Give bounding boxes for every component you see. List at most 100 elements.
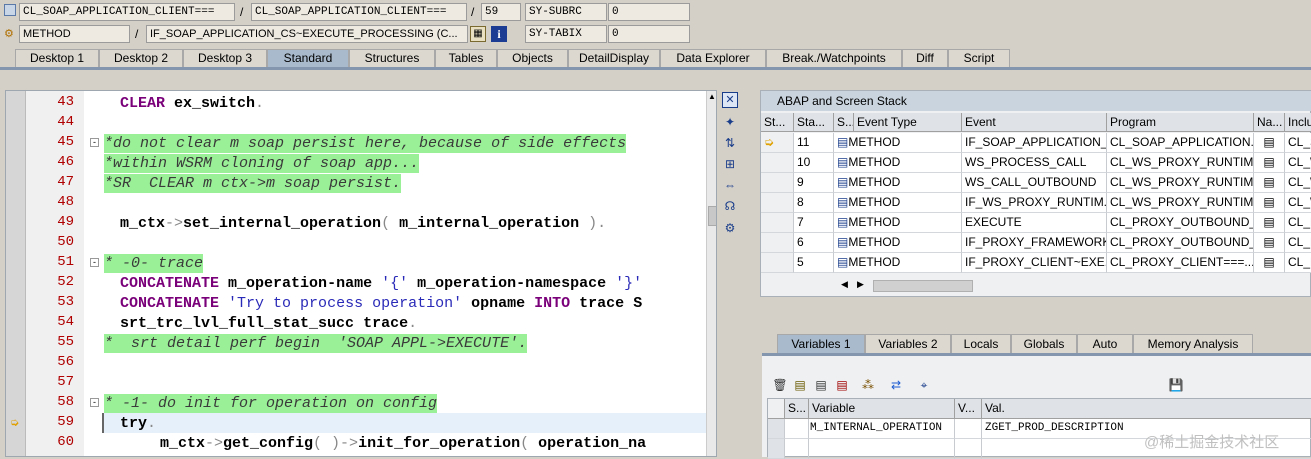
sy-subrc-value[interactable]: 0 [608, 3, 690, 21]
stack-level[interactable]: 9 [794, 173, 834, 193]
stack-program[interactable]: CL_PROXY_CLIENT===... [1107, 253, 1254, 273]
stack-row-marker[interactable] [761, 173, 794, 193]
stack-event-type[interactable]: ▤METHOD [834, 173, 962, 193]
delete-icon[interactable]: 🗑 [772, 377, 788, 393]
col-header[interactable]: St... [761, 113, 794, 132]
navigate-icon[interactable]: ▤ [1254, 173, 1285, 193]
scroll-right-icon[interactable]: ▶ [857, 279, 864, 290]
col-header[interactable]: Program [1107, 113, 1254, 132]
stack-row-marker[interactable] [761, 213, 794, 233]
settings-icon[interactable]: ⚙ [722, 220, 738, 236]
stack-event[interactable]: WS_CALL_OUTBOUND [962, 173, 1107, 193]
event-field[interactable]: IF_SOAP_APPLICATION_CS~EXECUTE_PROCESSIN… [146, 25, 468, 43]
editor-vertical-scrollbar[interactable]: ▲ [706, 91, 716, 456]
stack-program[interactable]: CL_SOAP_APPLICATION... [1107, 133, 1254, 153]
event-type-field[interactable]: METHOD [19, 25, 130, 43]
stack-event-type[interactable]: ▤METHOD [837, 133, 962, 153]
col-header[interactable]: Na... [1254, 113, 1285, 132]
stack-row-marker[interactable] [761, 193, 794, 213]
scroll-up-icon[interactable]: ▲ [708, 92, 716, 101]
col-header[interactable]: Inclu [1285, 113, 1311, 132]
var-name[interactable]: M_INTERNAL_OPERATION [809, 419, 955, 439]
stack-program[interactable]: CL_WS_PROXY_RUNTIM... [1107, 193, 1254, 213]
fold-toggle[interactable]: - [90, 138, 99, 147]
tab-auto[interactable]: Auto [1077, 334, 1133, 354]
tab-variables-1[interactable]: Variables 1 [777, 334, 865, 354]
stack-program[interactable]: CL_WS_PROXY_RUNTIM... [1107, 153, 1254, 173]
stack-program[interactable]: CL_PROXY_OUTBOUND_... [1107, 233, 1254, 253]
save-icon[interactable]: 💾 [1168, 377, 1184, 393]
stack-include[interactable]: CL_W [1285, 173, 1311, 193]
col-header[interactable]: Event [962, 113, 1107, 132]
col-header[interactable]: Variable [809, 399, 955, 419]
stack-event[interactable]: EXECUTE [962, 213, 1107, 233]
navigate-icon[interactable]: ▤ [1254, 193, 1285, 213]
tab-desktop-3[interactable]: Desktop 3 [183, 49, 267, 68]
line-number-field[interactable]: 59 [481, 3, 521, 21]
stack-include[interactable]: CL_S [1285, 133, 1311, 153]
service-icon[interactable]: ☊ [722, 198, 738, 214]
swap-icon[interactable]: ⇄ [888, 377, 904, 393]
stack-horizontal-scroll-thumb[interactable] [873, 280, 973, 292]
stack-level[interactable]: 7 [794, 213, 834, 233]
col-header[interactable]: V... [955, 399, 982, 419]
col-header[interactable]: S... [785, 399, 809, 419]
tab-script[interactable]: Script [948, 49, 1010, 68]
var-status[interactable] [785, 439, 809, 459]
col-header[interactable]: S... [834, 113, 854, 132]
maximize-icon[interactable]: ⊞ [722, 156, 738, 172]
list-delete-icon[interactable]: ▤ [834, 377, 850, 393]
stack-event-type[interactable]: ▤METHOD [834, 193, 962, 213]
var-status[interactable] [785, 419, 809, 439]
tab-diff[interactable]: Diff [902, 49, 948, 68]
stack-event[interactable]: IF_WS_PROXY_RUNTIM... [962, 193, 1107, 213]
navigate-icon[interactable]: ▤ [1254, 233, 1285, 253]
stack-event[interactable]: IF_PROXY_CLIENT~EXE... [962, 253, 1107, 273]
var-view[interactable] [955, 419, 982, 439]
tab-desktop-2[interactable]: Desktop 2 [99, 49, 183, 68]
stack-include[interactable]: CL_W [1285, 193, 1311, 213]
stack-include[interactable]: CL_P [1285, 213, 1311, 233]
sy-tabix-value[interactable]: 0 [608, 25, 690, 43]
stack-program[interactable]: CL_PROXY_OUTBOUND_... [1107, 213, 1254, 233]
list-detail-icon[interactable]: ▤ [813, 377, 829, 393]
stack-row-marker[interactable]: ➭ [761, 133, 794, 153]
row-selector[interactable] [768, 439, 785, 459]
tab-locals[interactable]: Locals [951, 334, 1011, 354]
include-field[interactable]: CL_SOAP_APPLICATION_CLIENT=== [251, 3, 467, 21]
navigate-icon[interactable]: ▤ [1254, 213, 1285, 233]
col-header[interactable]: Sta... [794, 113, 834, 132]
navigate-icon[interactable]: ▤ [1254, 253, 1285, 273]
col-header[interactable]: Event Type [854, 113, 962, 132]
stack-include[interactable]: CL_P [1285, 233, 1311, 253]
var-view[interactable] [955, 439, 982, 459]
tab-structures[interactable]: Structures [349, 49, 435, 68]
stack-event-type[interactable]: ▤METHOD [834, 153, 962, 173]
row-selector[interactable] [768, 419, 785, 439]
swap-tool-icon[interactable]: ⇅ [722, 135, 738, 151]
tab-objects[interactable]: Objects [497, 49, 568, 68]
stack-level[interactable]: 5 [794, 253, 834, 273]
source-editor[interactable]: ➭ 43 44 45 46 47 48 49 50 51 52 53 54 55… [5, 90, 717, 457]
stack-event-type[interactable]: ▤METHOD [834, 213, 962, 233]
col-header[interactable]: Val. [982, 399, 1311, 419]
display-source-icon[interactable]: ▦ [470, 26, 486, 42]
stack-include[interactable]: CL_W [1285, 153, 1311, 173]
new-tool-icon[interactable]: ✦ [722, 114, 738, 130]
tab-variables-2[interactable]: Variables 2 [865, 334, 951, 354]
scroll-thumb[interactable] [708, 206, 716, 226]
breakpoint-gutter[interactable]: ➭ [6, 91, 26, 456]
fold-toggle[interactable]: - [90, 258, 99, 267]
stack-level[interactable]: 10 [794, 153, 834, 173]
stack-event[interactable]: IF_PROXY_FRAMEWORK... [962, 233, 1107, 253]
tab-memory-analysis[interactable]: Memory Analysis [1133, 334, 1253, 354]
tab-tables[interactable]: Tables [435, 49, 497, 68]
stack-row-marker[interactable] [761, 233, 794, 253]
program-field[interactable]: CL_SOAP_APPLICATION_CLIENT=== [19, 3, 235, 21]
stack-program[interactable]: CL_WS_PROXY_RUNTIM... [1107, 173, 1254, 193]
full-width-icon[interactable]: ⇔ [722, 177, 738, 193]
scroll-left-icon[interactable]: ◀ [841, 279, 848, 290]
tab-detaildisplay[interactable]: DetailDisplay [568, 49, 660, 68]
close-icon[interactable]: ✕ [722, 92, 738, 108]
stack-event-type[interactable]: ▤METHOD [834, 253, 962, 273]
